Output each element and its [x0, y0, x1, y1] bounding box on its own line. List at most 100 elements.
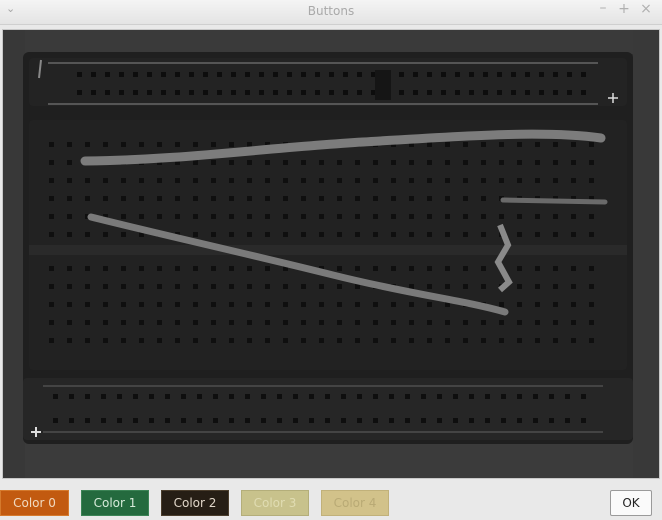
breadboard-hole [445, 214, 450, 219]
breadboard-hole [175, 142, 180, 147]
breadboard-hole [445, 160, 450, 165]
breadboard-hole [337, 232, 342, 237]
breadboard-hole [455, 72, 460, 77]
breadboard-hole [245, 72, 250, 77]
breadboard-hole [481, 284, 486, 289]
breadboard-hole [301, 178, 306, 183]
color-4-button[interactable]: Color 4 [321, 490, 389, 516]
breadboard-hole [391, 266, 396, 271]
breadboard-hole [105, 90, 110, 95]
breadboard-hole [343, 90, 348, 95]
breadboard-hole [427, 266, 432, 271]
breadboard-hole [355, 266, 360, 271]
breadboard-hole [535, 232, 540, 237]
breadboard-hole [483, 90, 488, 95]
breadboard-hole [157, 284, 162, 289]
breadboard-hole [553, 266, 558, 271]
breadboard-hole [319, 338, 324, 343]
breadboard-hole [355, 160, 360, 165]
breadboard-hole [301, 72, 306, 77]
breadboard-hole [301, 90, 306, 95]
breadboard-hole [283, 196, 288, 201]
breadboard-hole [325, 418, 330, 423]
breadboard-hole [481, 266, 486, 271]
breadboard-hole [533, 394, 538, 399]
breadboard-hole [463, 284, 468, 289]
breadboard-hole [373, 232, 378, 237]
breadboard-hole [445, 142, 450, 147]
breadboard-hole [85, 266, 90, 271]
breadboard-hole [247, 266, 252, 271]
breadboard-hole [463, 320, 468, 325]
breadboard-hole [175, 90, 180, 95]
breadboard-hole [413, 72, 418, 77]
breadboard-hole [427, 160, 432, 165]
minimize-icon[interactable]: – [596, 0, 610, 16]
breadboard-hole [247, 232, 252, 237]
breadboard-hole [105, 72, 110, 77]
breadboard-hole [511, 72, 516, 77]
breadboard-hole [217, 72, 222, 77]
breadboard-hole [501, 418, 506, 423]
breadboard-hole [283, 338, 288, 343]
breadboard-hole [247, 320, 252, 325]
breadboard-hole [139, 338, 144, 343]
breadboard-hole [193, 284, 198, 289]
breadboard-hole [517, 394, 522, 399]
breadboard-hole [309, 418, 314, 423]
breadboard-hole [539, 90, 544, 95]
breadboard-hole [319, 196, 324, 201]
color-0-button[interactable]: Color 0 [0, 490, 69, 516]
breadboard-hole [121, 214, 126, 219]
breadboard-hole [589, 266, 594, 271]
breadboard-hole [165, 394, 170, 399]
breadboard-hole [355, 232, 360, 237]
breadboard-hole [193, 302, 198, 307]
breadboard-hole [481, 178, 486, 183]
breadboard-hole [49, 142, 54, 147]
breadboard-hole [211, 320, 216, 325]
breadboard-hole [389, 418, 394, 423]
breadboard-hole [67, 284, 72, 289]
breadboard-hole [481, 160, 486, 165]
breadboard-hole [217, 90, 222, 95]
breadboard-hole [265, 196, 270, 201]
breadboard-hole [157, 338, 162, 343]
image-canvas [2, 29, 660, 479]
breadboard-hole [445, 284, 450, 289]
breadboard-hole [273, 90, 278, 95]
breadboard-hole [589, 338, 594, 343]
breadboard-hole [337, 320, 342, 325]
breadboard-hole [355, 214, 360, 219]
breadboard-hole [77, 72, 82, 77]
breadboard-hole [499, 214, 504, 219]
breadboard-hole [463, 178, 468, 183]
breadboard-hole [67, 196, 72, 201]
color-3-button[interactable]: Color 3 [241, 490, 309, 516]
breadboard-hole [85, 394, 90, 399]
breadboard-hole [133, 394, 138, 399]
breadboard-hole [273, 72, 278, 77]
breadboard-hole [101, 394, 106, 399]
maximize-icon[interactable]: + [617, 1, 631, 17]
color-1-button[interactable]: Color 1 [81, 490, 149, 516]
ok-button[interactable]: OK [610, 490, 652, 516]
breadboard-hole [391, 302, 396, 307]
breadboard-hole [453, 418, 458, 423]
breadboard-hole [463, 160, 468, 165]
close-icon[interactable]: × [639, 1, 653, 17]
breadboard-hole [517, 232, 522, 237]
color-2-button[interactable]: Color 2 [161, 490, 229, 516]
breadboard-hole [497, 72, 502, 77]
breadboard-hole [589, 320, 594, 325]
breadboard-hole [247, 160, 252, 165]
breadboard-hole [571, 178, 576, 183]
breadboard-hole [67, 232, 72, 237]
breadboard-hole [409, 338, 414, 343]
breadboard-hole [229, 302, 234, 307]
breadboard-hole [85, 338, 90, 343]
breadboard-hole [481, 196, 486, 201]
breadboard-hole [571, 320, 576, 325]
breadboard-hole [301, 214, 306, 219]
breadboard-hole [391, 232, 396, 237]
